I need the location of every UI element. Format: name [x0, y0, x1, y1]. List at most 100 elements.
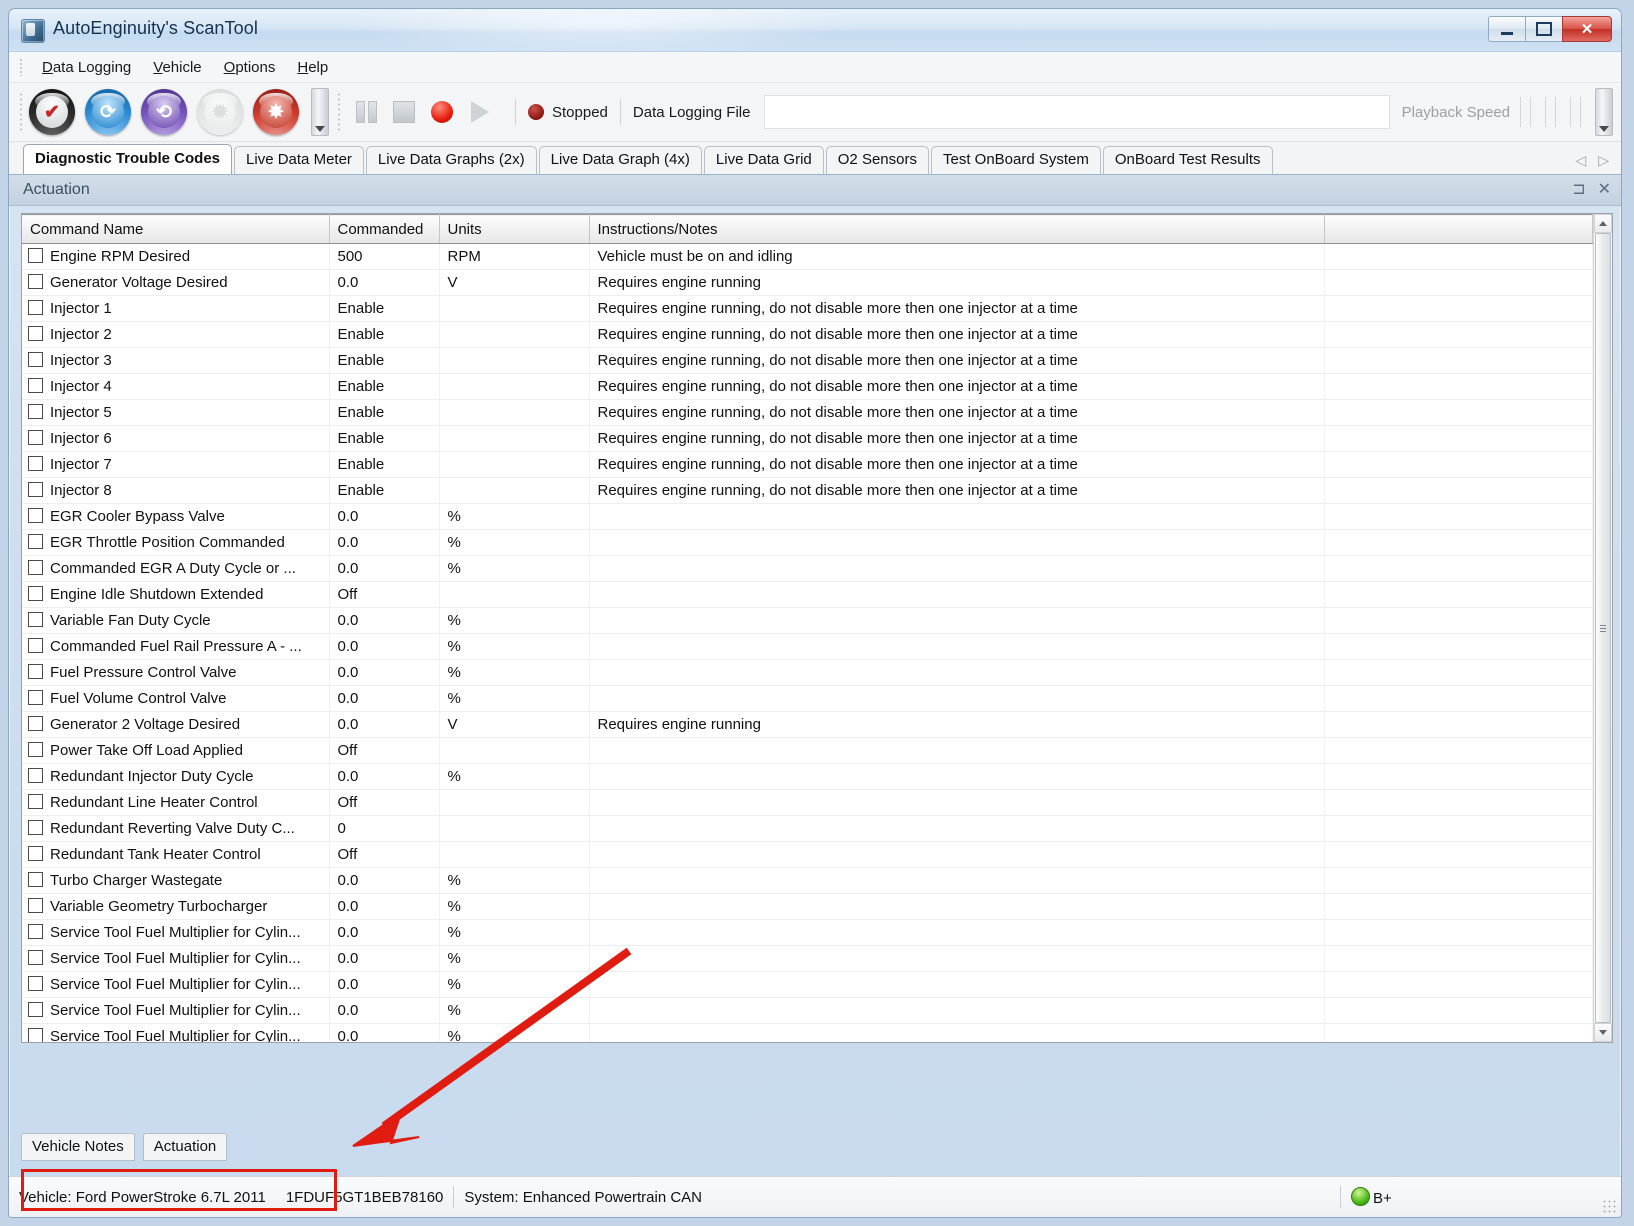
close-icon[interactable]: ✕	[1598, 179, 1611, 199]
table-row[interactable]: Service Tool Fuel Multiplier for Cylin..…	[22, 1024, 1593, 1043]
column-header-commanded[interactable]: Commanded	[329, 215, 439, 244]
table-row[interactable]: Service Tool Fuel Multiplier for Cylin..…	[22, 920, 1593, 946]
tab-diagnostic-trouble-codes[interactable]: Diagnostic Trouble Codes	[23, 144, 232, 174]
row-checkbox[interactable]	[28, 768, 43, 783]
row-checkbox[interactable]	[28, 794, 43, 809]
minimize-button[interactable]	[1488, 16, 1525, 42]
row-checkbox[interactable]	[28, 456, 43, 471]
menu-data-logging[interactable]: Data Logging	[31, 56, 142, 79]
toolbar-overflow-handle[interactable]	[311, 88, 329, 136]
row-checkbox[interactable]	[28, 560, 43, 575]
row-checkbox[interactable]	[28, 716, 43, 731]
maximize-button[interactable]	[1525, 16, 1562, 42]
table-row[interactable]: Redundant Line Heater ControlOff	[22, 790, 1593, 816]
tab-live-data-grid[interactable]: Live Data Grid	[704, 146, 824, 174]
table-row[interactable]: Generator 2 Voltage Desired0.0VRequires …	[22, 712, 1593, 738]
pause-button[interactable]	[351, 97, 381, 127]
stop-button[interactable]	[389, 97, 419, 127]
table-row[interactable]: EGR Throttle Position Commanded0.0%	[22, 530, 1593, 556]
toolbar-separator-grip[interactable]	[337, 92, 341, 132]
table-row[interactable]: Injector 7EnableRequires engine running,…	[22, 452, 1593, 478]
row-checkbox[interactable]	[28, 924, 43, 939]
row-checkbox[interactable]	[28, 872, 43, 887]
scrollbar-thumb[interactable]	[1595, 233, 1611, 1023]
refresh-icon[interactable]: ⟳	[85, 89, 131, 135]
toolbar-overflow-handle-right[interactable]	[1595, 88, 1613, 136]
bottom-tab-actuation[interactable]: Actuation	[143, 1133, 228, 1161]
close-button[interactable]: ✕	[1562, 16, 1612, 42]
table-row[interactable]: Service Tool Fuel Multiplier for Cylin..…	[22, 972, 1593, 998]
column-header-units[interactable]: Units	[439, 215, 589, 244]
row-checkbox[interactable]	[28, 1028, 43, 1042]
column-header-spacer[interactable]	[1324, 215, 1593, 244]
row-checkbox[interactable]	[28, 898, 43, 913]
row-checkbox[interactable]	[28, 664, 43, 679]
play-button[interactable]	[465, 97, 495, 127]
menu-options[interactable]: Options	[213, 56, 287, 79]
playback-speed-tick-3[interactable]	[1570, 97, 1581, 127]
table-row[interactable]: Commanded Fuel Rail Pressure A - ...0.0%	[22, 634, 1593, 660]
row-checkbox[interactable]	[28, 404, 43, 419]
row-checkbox[interactable]	[28, 326, 43, 341]
menu-vehicle[interactable]: Vehicle	[142, 56, 212, 79]
row-checkbox[interactable]	[28, 690, 43, 705]
row-checkbox[interactable]	[28, 846, 43, 861]
tab-live-data-graph-4x[interactable]: Live Data Graph (4x)	[539, 146, 702, 174]
table-row[interactable]: Injector 5EnableRequires engine running,…	[22, 400, 1593, 426]
row-checkbox[interactable]	[28, 612, 43, 627]
row-checkbox[interactable]	[28, 274, 43, 289]
row-checkbox[interactable]	[28, 742, 43, 757]
playback-speed-tick-1[interactable]	[1520, 97, 1531, 127]
table-row[interactable]: Engine Idle Shutdown ExtendedOff	[22, 582, 1593, 608]
table-row[interactable]: Generator Voltage Desired0.0VRequires en…	[22, 270, 1593, 296]
row-checkbox[interactable]	[28, 352, 43, 367]
row-checkbox[interactable]	[28, 300, 43, 315]
table-row[interactable]: Commanded EGR A Duty Cycle or ...0.0%	[22, 556, 1593, 582]
pin-icon[interactable]: ⊐	[1572, 179, 1585, 199]
data-logging-file-input[interactable]	[764, 95, 1389, 129]
row-checkbox[interactable]	[28, 586, 43, 601]
tab-scroll-prev-icon[interactable]: ◁	[1575, 152, 1586, 169]
row-checkbox[interactable]	[28, 950, 43, 965]
table-row[interactable]: Injector 4EnableRequires engine running,…	[22, 374, 1593, 400]
row-checkbox[interactable]	[28, 1002, 43, 1017]
table-row[interactable]: Variable Fan Duty Cycle0.0%	[22, 608, 1593, 634]
table-row[interactable]: Fuel Pressure Control Valve0.0%	[22, 660, 1593, 686]
menu-help[interactable]: Help	[286, 56, 339, 79]
table-row[interactable]: Service Tool Fuel Multiplier for Cylin..…	[22, 998, 1593, 1024]
row-checkbox[interactable]	[28, 430, 43, 445]
table-row[interactable]: EGR Cooler Bypass Valve0.0%	[22, 504, 1593, 530]
table-row[interactable]: Injector 3EnableRequires engine running,…	[22, 348, 1593, 374]
table-row[interactable]: Injector 2EnableRequires engine running,…	[22, 322, 1593, 348]
stop-connection-icon[interactable]: ✸	[253, 89, 299, 135]
row-checkbox[interactable]	[28, 638, 43, 653]
tab-live-data-meter[interactable]: Live Data Meter	[234, 146, 364, 174]
tab-live-data-graphs-2x[interactable]: Live Data Graphs (2x)	[366, 146, 537, 174]
table-row[interactable]: Engine RPM Desired500RPMVehicle must be …	[22, 244, 1593, 270]
bottom-tab-vehicle-notes[interactable]: Vehicle Notes	[21, 1133, 135, 1161]
table-row[interactable]: Redundant Injector Duty Cycle0.0%	[22, 764, 1593, 790]
tab-onboard-test-results[interactable]: OnBoard Test Results	[1103, 146, 1273, 174]
playback-speed-tick-2[interactable]	[1545, 97, 1556, 127]
table-row[interactable]: Fuel Volume Control Valve0.0%	[22, 686, 1593, 712]
scroll-down-button[interactable]	[1594, 1023, 1612, 1042]
row-checkbox[interactable]	[28, 378, 43, 393]
table-row[interactable]: Power Take Off Load AppliedOff	[22, 738, 1593, 764]
row-checkbox[interactable]	[28, 534, 43, 549]
menu-drag-grip[interactable]	[19, 58, 23, 76]
erase-codes-icon[interactable]: ⟲	[141, 89, 187, 135]
tab-test-onboard-system[interactable]: Test OnBoard System	[931, 146, 1101, 174]
table-row[interactable]: Variable Geometry Turbocharger0.0%	[22, 894, 1593, 920]
table-row[interactable]: Redundant Reverting Valve Duty C...0	[22, 816, 1593, 842]
row-checkbox[interactable]	[28, 976, 43, 991]
column-header-command-name[interactable]: Command Name	[22, 215, 329, 244]
scroll-up-button[interactable]	[1594, 214, 1612, 233]
table-row[interactable]: Injector 1EnableRequires engine running,…	[22, 296, 1593, 322]
table-row[interactable]: Injector 6EnableRequires engine running,…	[22, 426, 1593, 452]
table-row[interactable]: Turbo Charger Wastegate0.0%	[22, 868, 1593, 894]
column-header-instructions-notes[interactable]: Instructions/Notes	[589, 215, 1324, 244]
tab-scroll-next-icon[interactable]: ▷	[1598, 152, 1609, 169]
tab-o2-sensors[interactable]: O2 Sensors	[826, 146, 929, 174]
table-row[interactable]: Injector 8EnableRequires engine running,…	[22, 478, 1593, 504]
table-row[interactable]: Service Tool Fuel Multiplier for Cylin..…	[22, 946, 1593, 972]
